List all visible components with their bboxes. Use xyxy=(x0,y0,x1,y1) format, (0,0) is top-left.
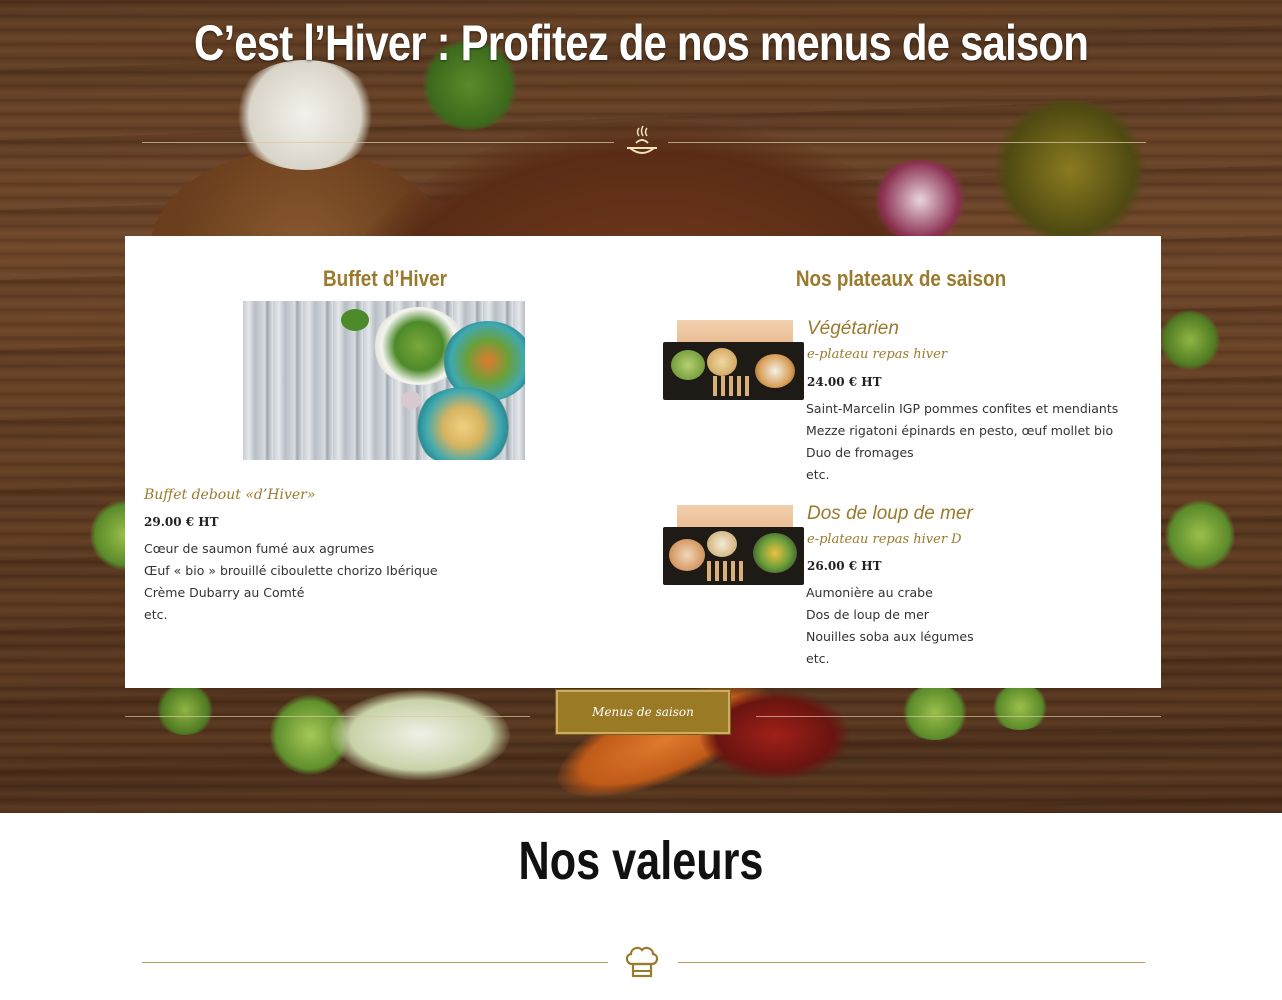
menu-item: Crème Dubarry au Comté xyxy=(144,585,305,600)
product-description: Aumonière au crabe Dos de loup de mer No… xyxy=(806,582,974,670)
menu-item: etc. xyxy=(144,607,168,622)
hero-divider-right xyxy=(668,142,1146,143)
product-title[interactable]: Dos de loup de mer xyxy=(807,503,973,525)
menu-item: Saint-Marcelin IGP pommes confites et me… xyxy=(806,401,1119,416)
buffet-name[interactable]: Buffet debout «d’Hiver» xyxy=(144,487,315,503)
product-subtitle: e-plateau repas hiver D xyxy=(807,532,962,547)
hero-title: C’est l’Hiver : Profitez de nos menus de… xyxy=(193,15,1089,71)
plateaux-heading: Nos plateaux de saison xyxy=(795,266,1007,291)
buffet-description: Cœur de saumon fumé aux agrumes Œuf « bi… xyxy=(144,538,438,626)
olive-jar-decor xyxy=(990,100,1150,240)
food-decor xyxy=(669,539,705,571)
food-decor xyxy=(707,531,737,557)
cta-line-left xyxy=(125,716,530,717)
sprout-decor xyxy=(990,685,1050,730)
buffet-heading: Buffet d’Hiver xyxy=(322,266,448,291)
tray-photo-loup-de-mer[interactable] xyxy=(663,505,804,587)
tray-photo-vegetarien[interactable] xyxy=(663,320,804,402)
seasonal-menus-card: Buffet d’Hiver Buffet debout «d’Hiver» 2… xyxy=(125,236,1161,688)
food-decor xyxy=(707,348,737,376)
sprout-decor xyxy=(1165,500,1235,570)
food-decor xyxy=(753,533,797,573)
menus-de-saison-button[interactable]: Menus de saison xyxy=(555,689,731,735)
product-price: 26.00 € HT xyxy=(807,559,882,573)
sprout-decor xyxy=(900,685,970,740)
menu-item: Duo de fromages xyxy=(806,445,914,460)
cutlery-decor xyxy=(713,376,753,396)
valeurs-title: Nos valeurs xyxy=(518,831,764,891)
menu-item: Dos de loup de mer xyxy=(806,607,929,622)
plate-decor xyxy=(413,387,513,460)
dish-icon xyxy=(627,125,657,154)
valeurs-divider-right xyxy=(678,962,1145,963)
menu-item: etc. xyxy=(806,651,830,666)
sprout-decor xyxy=(155,685,215,735)
buffet-price: 29.00 € HT xyxy=(144,515,219,529)
product-title[interactable]: Végétarien xyxy=(807,318,899,340)
food-decor xyxy=(671,350,705,380)
fennel-decor xyxy=(330,690,510,780)
cutlery-decor xyxy=(707,561,747,581)
sprout-decor xyxy=(1160,310,1220,370)
menu-item: Cœur de saumon fumé aux agrumes xyxy=(144,541,375,556)
hero-divider-left xyxy=(142,142,614,143)
herb-decor xyxy=(341,309,369,331)
salad-bowls-photo[interactable] xyxy=(243,301,525,460)
valeurs-divider-left xyxy=(142,962,608,963)
menu-item: etc. xyxy=(806,467,830,482)
menu-item: Aumonière au crabe xyxy=(806,585,933,600)
salt-decor xyxy=(230,60,380,170)
product-description: Saint-Marcelin IGP pommes confites et me… xyxy=(806,398,1118,486)
garlic-decor xyxy=(401,391,421,409)
onion-decor xyxy=(870,160,970,240)
menu-item: Mezze rigatoni épinards en pesto, œuf mo… xyxy=(806,423,1114,438)
menu-item: Nouilles soba aux légumes xyxy=(806,629,974,644)
chef-hat-icon xyxy=(625,946,659,978)
menu-item: Œuf « bio » brouillé ciboulette chorizo … xyxy=(144,563,438,578)
food-decor xyxy=(755,354,795,388)
cta-line-right xyxy=(756,716,1161,717)
product-subtitle: e-plateau repas hiver xyxy=(807,347,948,362)
product-price: 24.00 € HT xyxy=(807,375,882,389)
